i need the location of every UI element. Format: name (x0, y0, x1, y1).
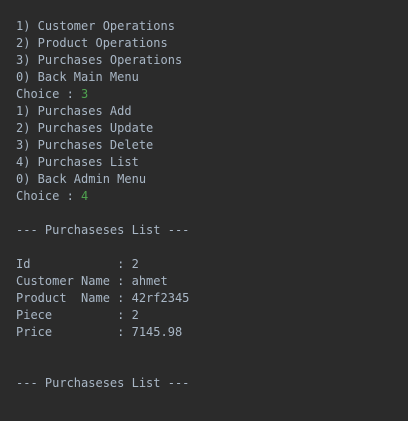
main-menu-item-product: 2) Product Operations (16, 36, 168, 50)
record-customer-name: Customer Name : ahmet (16, 274, 168, 288)
record-price: Price : 7145.98 (16, 325, 183, 339)
record-id: Id : 2 (16, 257, 139, 271)
choice-label: Choice : (16, 87, 82, 101)
purchase-menu-item-back: 0) Back Admin Menu (16, 172, 147, 186)
console-output[interactable]: 1) Customer Operations 2) Product Operat… (0, 0, 408, 421)
record-piece: Piece : 2 (16, 308, 139, 322)
main-menu-choice-line: Choice : 3 (16, 86, 401, 103)
console-lines: 1) Customer Operations 2) Product Operat… (16, 18, 401, 392)
purchase-menu-choice-line: Choice : 4 (16, 188, 401, 205)
purchase-menu-item-add: 1) Purchases Add (16, 104, 132, 118)
list-header: --- Purchaseses List --- (16, 223, 190, 237)
main-menu-item-purchases: 3) Purchases Operations (16, 53, 183, 67)
purchase-menu-item-delete: 3) Purchases Delete (16, 138, 154, 152)
choice-input-value: 3 (81, 87, 89, 101)
record-product-name: Product Name : 42rf2345 (16, 291, 190, 305)
main-menu-item-back: 0) Back Main Menu (16, 70, 139, 84)
main-menu-item-customer: 1) Customer Operations (16, 19, 175, 33)
purchase-menu-item-update: 2) Purchases Update (16, 121, 154, 135)
list-footer: --- Purchaseses List --- (16, 376, 190, 390)
choice-input-value: 4 (81, 189, 89, 203)
choice-label: Choice : (16, 189, 82, 203)
purchase-menu-item-list: 4) Purchases List (16, 155, 139, 169)
